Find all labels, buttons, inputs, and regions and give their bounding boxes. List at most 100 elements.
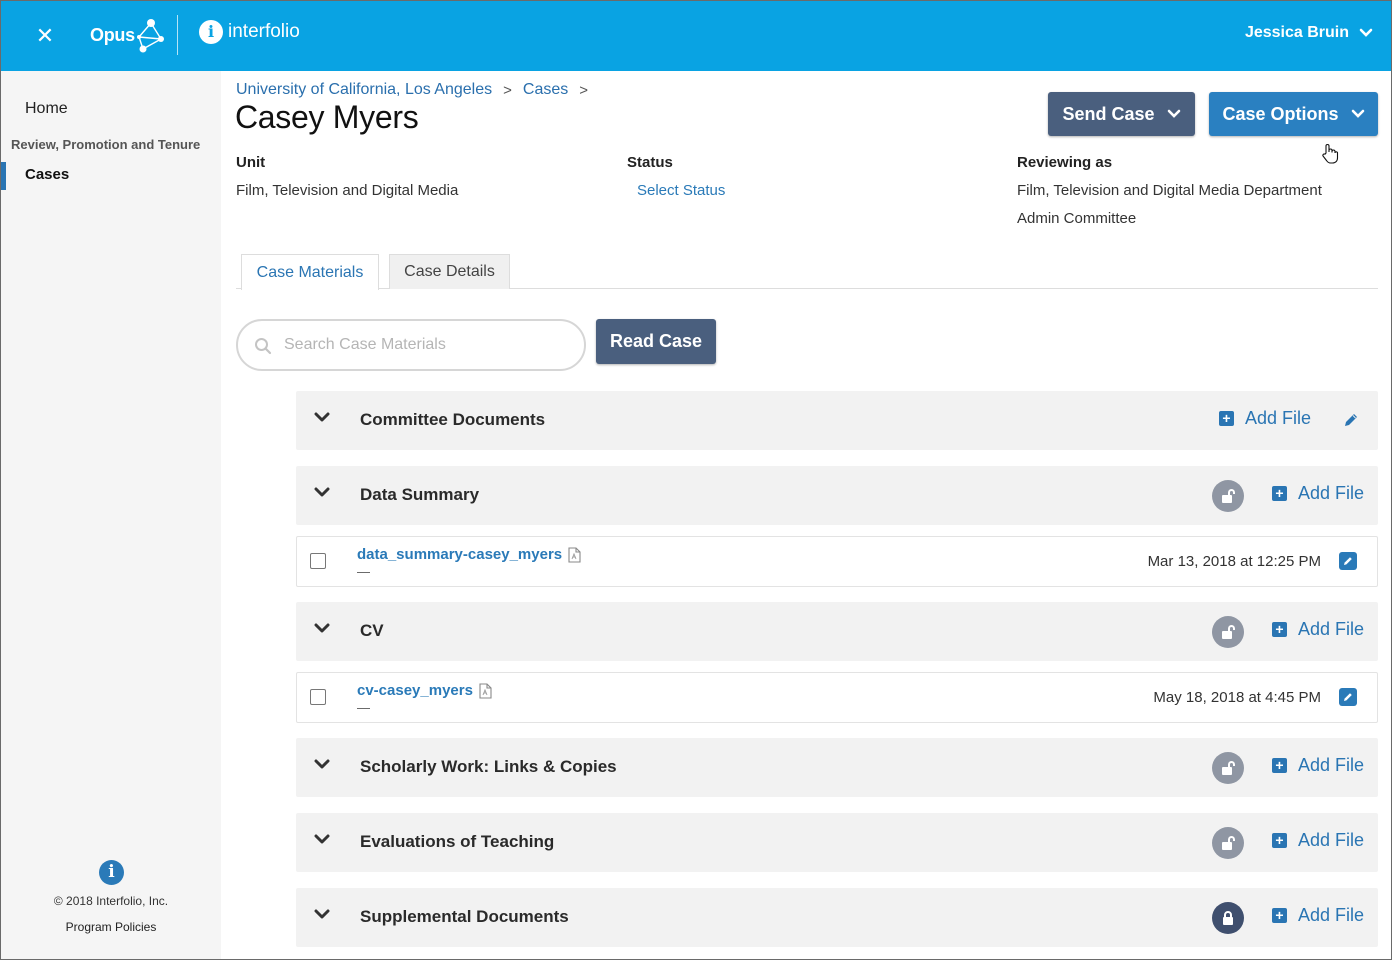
plus-square-icon: + [1272, 908, 1287, 923]
lock-icon[interactable] [1212, 902, 1244, 934]
close-icon[interactable]: ✕ [35, 25, 55, 47]
add-file-label: Add File [1245, 408, 1312, 428]
section-title: CV [360, 621, 384, 640]
plus-square-icon: + [1272, 622, 1287, 637]
breadcrumb: University of California, Los Angeles > … [236, 81, 599, 99]
plus-square-icon: + [1219, 411, 1234, 426]
sidebar-section-label: Review, Promotion and Tenure [11, 137, 201, 152]
reviewing-as-value-line2: Admin Committee [1017, 210, 1137, 227]
file-row: cv-casey_myers — May 18, 2018 at 4:45 PM [296, 672, 1378, 723]
add-file-button[interactable]: + Add File [1272, 905, 1364, 926]
add-file-button[interactable]: + Add File [1219, 408, 1311, 429]
sidebar: Home Review, Promotion and Tenure Cases … [1, 71, 221, 959]
unlocked-icon[interactable] [1212, 827, 1244, 859]
select-status-link[interactable]: Select Status [637, 182, 725, 199]
unlocked-icon[interactable] [1212, 480, 1244, 512]
file-checkbox[interactable] [310, 553, 326, 569]
chevron-down-icon[interactable] [314, 759, 330, 771]
add-file-label: Add File [1298, 483, 1365, 503]
reviewing-as-value-line1: Film, Television and Digital Media Depar… [1017, 182, 1322, 199]
case-options-button[interactable]: Case Options [1209, 92, 1378, 136]
add-file-label: Add File [1298, 755, 1365, 775]
breadcrumb-cases[interactable]: Cases [523, 81, 568, 99]
chevron-down-icon [1359, 28, 1373, 37]
interfolio-logo-text: interfolio [228, 21, 300, 42]
file-date: Mar 13, 2018 at 12:25 PM [1147, 553, 1321, 570]
send-case-button[interactable]: Send Case [1048, 92, 1195, 136]
info-icon[interactable]: i [99, 860, 124, 885]
reviewing-as-label: Reviewing as [1017, 154, 1113, 171]
file-row: data_summary-casey_myers — Mar 13, 2018 … [296, 536, 1378, 587]
section-data-summary[interactable]: Data Summary + Add File [296, 466, 1378, 525]
chevron-down-icon[interactable] [314, 487, 330, 499]
file-date: May 18, 2018 at 4:45 PM [1153, 689, 1321, 706]
status-label: Status [627, 154, 673, 171]
section-title: Committee Documents [360, 410, 546, 429]
file-checkbox[interactable] [310, 689, 326, 705]
opus-logo[interactable]: Opus [90, 15, 165, 55]
breadcrumb-separator: > [503, 81, 512, 99]
section-title: Evaluations of Teaching [360, 832, 555, 851]
opus-logo-text: Opus [90, 24, 135, 45]
interfolio-logo[interactable]: i interfolio [199, 20, 300, 44]
program-policies-link[interactable]: Program Policies [1, 920, 221, 934]
section-committee-documents[interactable]: Committee Documents + Add File [296, 391, 1378, 450]
chevron-down-icon[interactable] [314, 909, 330, 921]
interfolio-i-icon: i [199, 20, 223, 44]
unit-label: Unit [236, 154, 266, 171]
copyright-text: © 2018 Interfolio, Inc. [53, 894, 169, 908]
add-file-button[interactable]: + Add File [1272, 830, 1364, 851]
pencil-icon[interactable] [1342, 411, 1360, 429]
edit-icon[interactable] [1339, 552, 1357, 570]
tab-bar: Case Materials Case Details [236, 254, 1378, 290]
file-subtext: — [357, 700, 370, 715]
chevron-down-icon[interactable] [314, 834, 330, 846]
chevron-down-icon [1167, 109, 1180, 118]
hand-cursor-icon [1322, 144, 1339, 164]
pdf-file-icon [568, 546, 581, 563]
sidebar-item-home[interactable]: Home [25, 100, 68, 118]
file-link[interactable]: cv-casey_myers [357, 682, 492, 699]
breadcrumb-separator: > [579, 81, 589, 99]
breadcrumb-university[interactable]: University of California, Los Angeles [236, 81, 492, 99]
section-scholarly-work[interactable]: Scholarly Work: Links & Copies + Add Fil… [296, 738, 1378, 797]
unit-value: Film, Television and Digital Media [236, 182, 459, 199]
tab-case-details[interactable]: Case Details [389, 254, 510, 289]
user-menu[interactable]: Jessica Bruin [1245, 24, 1373, 42]
section-supplemental-documents[interactable]: Supplemental Documents + Add File [296, 888, 1378, 947]
sidebar-item-cases[interactable]: Cases [1, 162, 221, 190]
add-file-button[interactable]: + Add File [1272, 755, 1364, 776]
unlocked-icon[interactable] [1212, 752, 1244, 784]
unlocked-icon[interactable] [1212, 616, 1244, 648]
page-title: Casey Myers [235, 99, 419, 135]
top-bar: ✕ Opus i interfolio Jessica Bruin [1, 1, 1391, 71]
edit-icon[interactable] [1339, 688, 1357, 706]
user-name: Jessica Bruin [1244, 24, 1349, 41]
tab-case-materials[interactable]: Case Materials [241, 254, 379, 290]
section-title: Supplemental Documents [360, 907, 569, 926]
add-file-button[interactable]: + Add File [1272, 619, 1364, 640]
plus-square-icon: + [1272, 833, 1287, 848]
send-case-label: Send Case [1062, 103, 1155, 124]
section-cv[interactable]: CV + Add File [296, 602, 1378, 661]
app-frame: ✕ Opus i interfolio Jessica Bruin Home R… [0, 0, 1392, 960]
section-evaluations-of-teaching[interactable]: Evaluations of Teaching + Add File [296, 813, 1378, 872]
opus-network-icon [136, 19, 164, 53]
add-file-label: Add File [1298, 905, 1365, 925]
chevron-down-icon[interactable] [314, 412, 330, 424]
section-title: Scholarly Work: Links & Copies [360, 757, 617, 776]
plus-square-icon: + [1272, 486, 1287, 501]
add-file-button[interactable]: + Add File [1272, 483, 1364, 504]
search-input[interactable] [284, 333, 574, 357]
section-title: Data Summary [360, 485, 480, 504]
add-file-label: Add File [1298, 830, 1365, 850]
add-file-label: Add File [1298, 619, 1365, 639]
read-case-button[interactable]: Read Case [596, 319, 716, 364]
sidebar-item-label: Cases [25, 166, 70, 183]
file-subtext: — [357, 564, 370, 579]
search-icon [255, 338, 272, 355]
chevron-down-icon[interactable] [314, 623, 330, 635]
file-link[interactable]: data_summary-casey_myers [357, 546, 581, 563]
file-name: data_summary-casey_myers [357, 546, 563, 563]
search-box [236, 319, 586, 371]
